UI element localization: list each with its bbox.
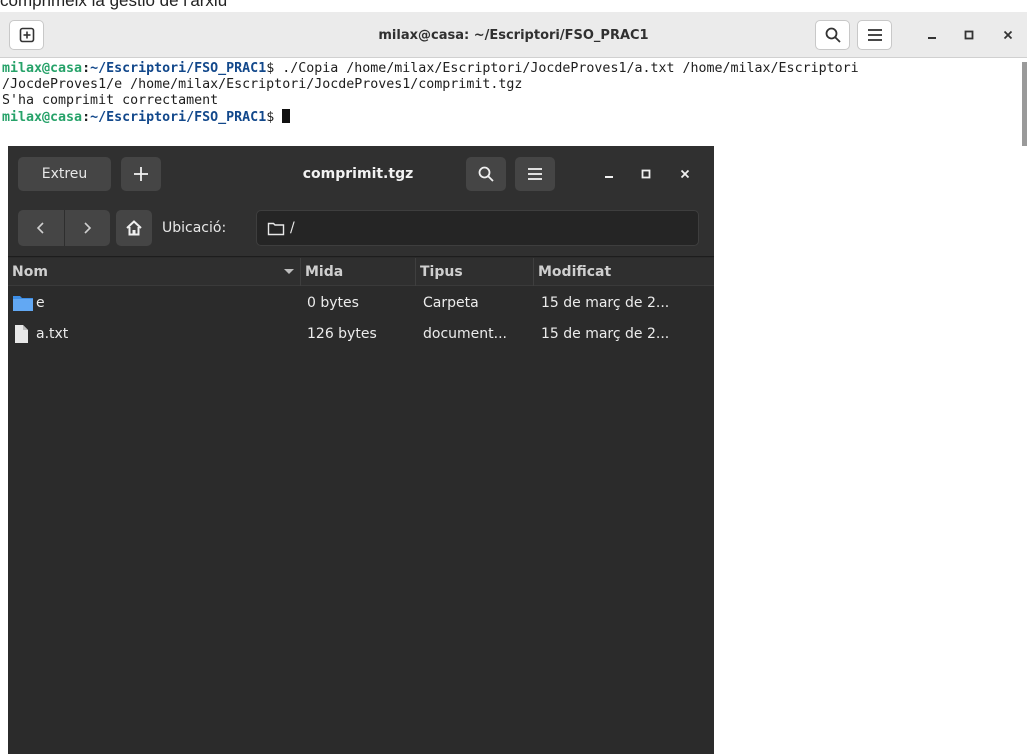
terminal-line-2: /JocdeProves1/e /home/milax/Escriptori/J… [2,77,523,92]
file-type: document... [423,326,507,342]
home-icon [126,220,142,236]
column-type[interactable]: Tipus [415,258,533,286]
archive-minimize-button[interactable] [598,163,620,185]
prompt-path-2: ~/Escriptori/FSO_PRAC1 [90,110,267,125]
prompt-colon-2: : [82,110,91,125]
add-files-button[interactable] [121,157,161,191]
archive-search-button[interactable] [466,157,506,191]
terminal-maximize-button[interactable] [958,24,980,46]
new-tab-button[interactable] [9,20,44,50]
prompt-symbol: $ [266,61,283,76]
archive-header-bar: Extreu comprimit.tgz [8,146,714,201]
prompt-symbol-2: $ [266,110,283,125]
minimize-icon [928,37,936,39]
prompt-user-2: milax@casa [2,110,83,125]
close-icon [680,169,690,179]
search-icon [478,166,494,182]
archive-menu-button[interactable] [515,157,555,191]
back-button[interactable] [18,210,64,246]
prompt-path: ~/Escriptori/FSO_PRAC1 [90,61,267,76]
terminal-line-4: milax@casa:~/Escriptori/FSO_PRAC1$ [2,109,1018,126]
file-row-e[interactable]: e 0 bytes Carpeta 15 de març de 2... [8,288,714,318]
archive-title: comprimit.tgz [302,165,414,182]
column-modified[interactable]: Modificat [533,258,714,286]
terminal-header-bar: milax@casa: ~/Escriptori/FSO_PRAC1 [0,12,1027,58]
search-icon [825,27,841,43]
location-field[interactable]: / [256,210,699,246]
archive-manager-window: Extreu comprimit.tgz Ubicació: / Nom Mid… [8,146,714,754]
file-list-header: Nom Mida Tipus Modificat [8,258,714,286]
text-file-icon [12,324,36,344]
navigation-buttons [18,210,110,246]
minimize-icon [605,176,613,178]
prompt-colon: : [82,61,91,76]
folder-outline-icon [267,221,285,236]
terminal-close-button[interactable] [997,24,1019,46]
hamburger-menu-icon [867,29,882,41]
hamburger-menu-icon [528,168,542,180]
file-modified: 15 de març de 2... [541,295,670,311]
file-type: Carpeta [423,295,479,311]
terminal-window: milax@casa: ~/Escriptori/FSO_PRAC1 milax… [0,12,1027,146]
location-label: Ubicació: [162,220,227,236]
file-name: e [36,295,45,311]
column-name[interactable]: Nom [8,258,300,286]
column-size[interactable]: Mida [300,258,415,286]
file-size: 126 bytes [307,326,377,342]
terminal-line-1: milax@casa:~/Escriptori/FSO_PRAC1$ ./Cop… [2,61,1018,77]
file-modified: 15 de març de 2... [541,326,670,342]
sort-descending-icon [284,269,294,274]
terminal-menu-button[interactable] [857,20,892,50]
location-bar: Ubicació: / [8,201,714,257]
archive-maximize-button[interactable] [635,163,657,185]
terminal-minimize-button[interactable] [921,24,943,46]
file-name-cell: a.txt [12,319,68,349]
maximize-icon [964,30,974,40]
chevron-right-icon [84,222,92,234]
file-name-cell: e [12,288,45,318]
new-tab-icon [19,27,34,43]
terminal-search-button[interactable] [815,20,850,50]
column-name-label: Nom [12,264,48,280]
file-name: a.txt [36,326,69,342]
file-size: 0 bytes [307,295,359,311]
prompt-user: milax@casa [2,61,83,76]
forward-button[interactable] [64,210,110,246]
terminal-scrollbar[interactable] [1022,62,1027,146]
home-button[interactable] [116,210,152,246]
file-row-a-txt[interactable]: a.txt 126 bytes document... 15 de març d… [8,319,714,349]
terminal-line-3: S'ha comprimit correctament [2,93,219,108]
chevron-left-icon [36,222,44,234]
terminal-output[interactable]: milax@casa:~/Escriptori/FSO_PRAC1$ ./Cop… [2,61,1018,126]
command-text-1: ./Copia /home/milax/Escriptori/JocdeProv… [282,61,859,76]
extract-button[interactable]: Extreu [18,157,111,191]
location-path: / [290,220,295,236]
folder-icon [12,294,36,312]
close-icon [1003,30,1013,40]
maximize-icon [641,169,651,179]
plus-icon [134,167,148,181]
terminal-cursor [282,109,291,123]
archive-close-button[interactable] [674,163,696,185]
